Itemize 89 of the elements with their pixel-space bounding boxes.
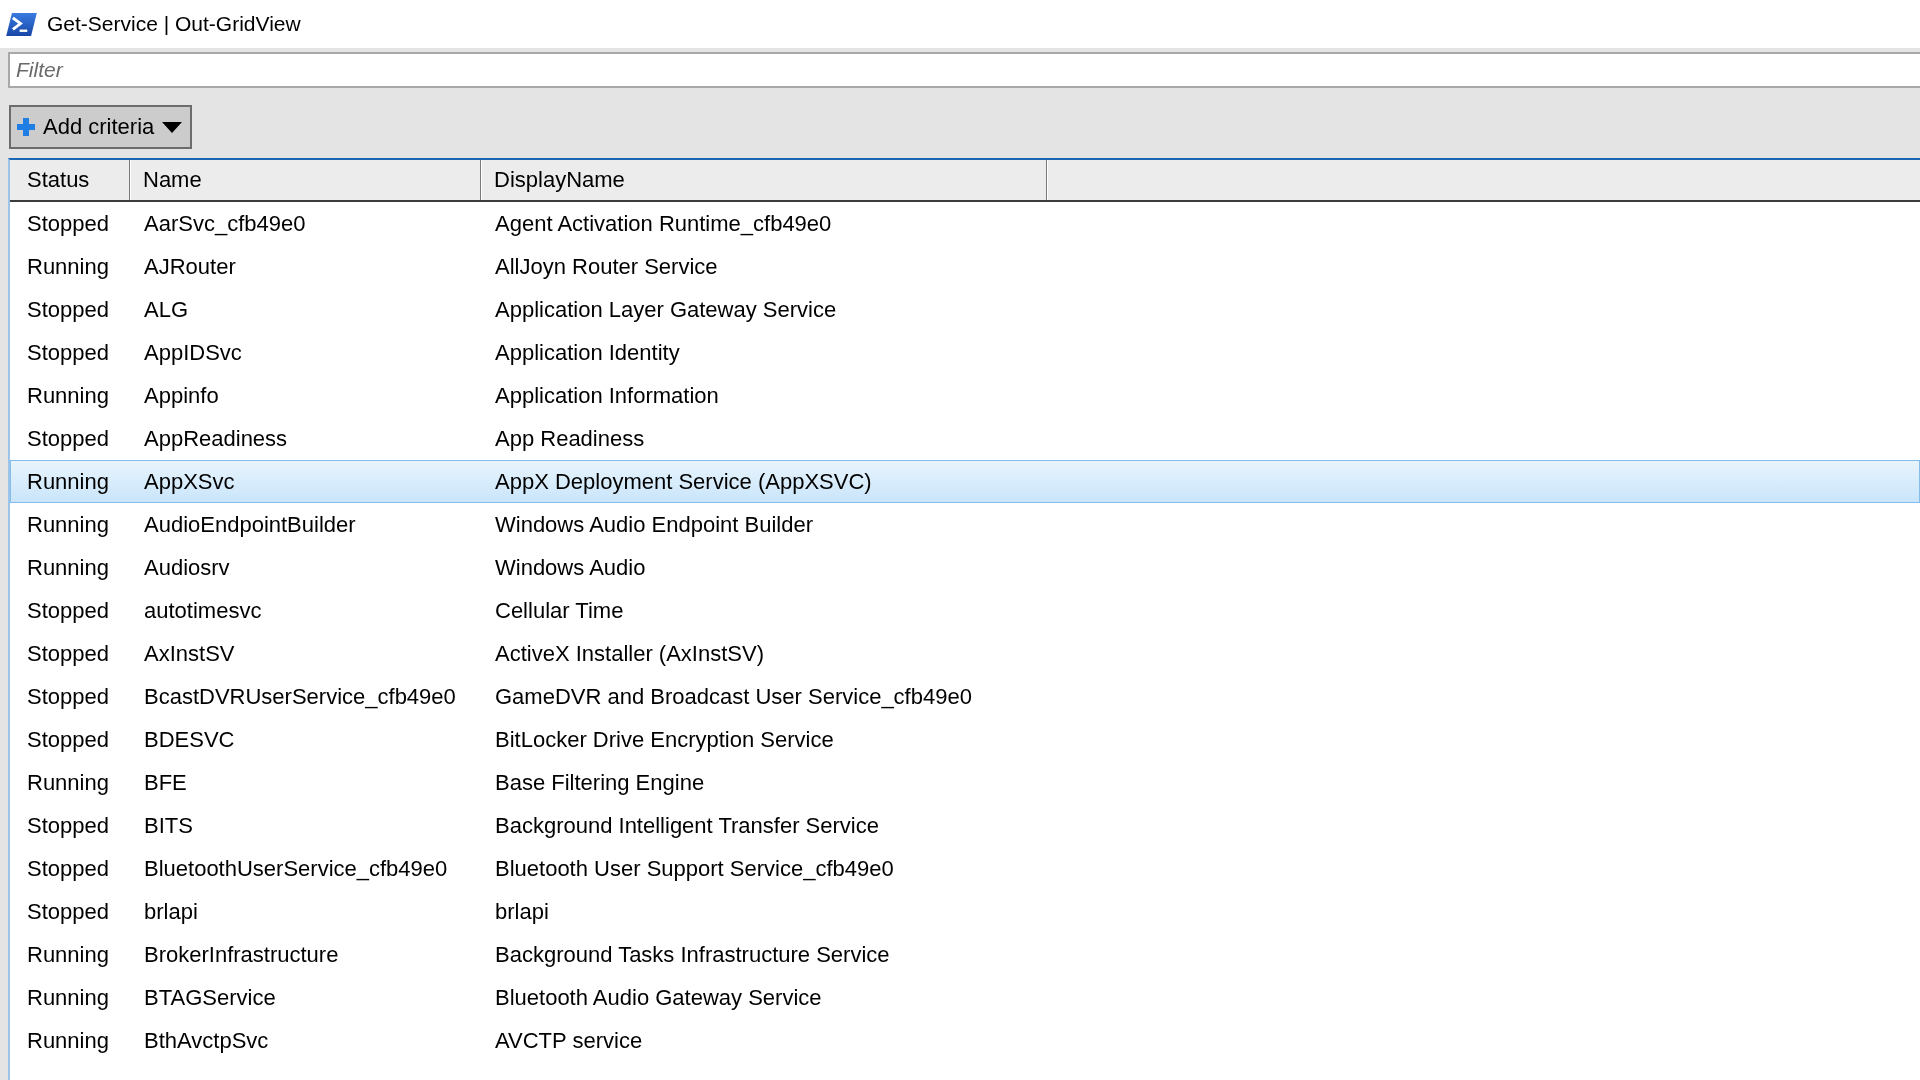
- table-cell-text: Stopped: [26, 855, 109, 882]
- table-cell-text: AxInstSV: [143, 640, 235, 667]
- table-cell-text: Running: [26, 1027, 109, 1054]
- plus-icon: [17, 118, 35, 136]
- table-cell-text: Stopped: [26, 597, 109, 624]
- table-row[interactable]: Stopped AppReadiness App Readiness: [10, 417, 1920, 460]
- table-cell-text: brlapi: [494, 898, 549, 925]
- table-row[interactable]: Running AJRouter AllJoyn Router Service: [10, 245, 1920, 288]
- table-cell-text: Base Filtering Engine: [494, 769, 705, 796]
- table-cell-text: Application Information: [494, 382, 719, 409]
- table-cell-text: brlapi: [143, 898, 198, 925]
- table-row[interactable]: Stopped BDESVC BitLocker Drive Encryption Service: [10, 718, 1920, 761]
- table-row[interactable]: Stopped ALG Application Layer Gateway Service: [10, 288, 1920, 331]
- table-cell-text: Stopped: [26, 898, 109, 925]
- table-row[interactable]: Stopped AxInstSV ActiveX Installer (AxInstSV): [10, 632, 1920, 675]
- column-header[interactable]: DisplayName: [481, 160, 1047, 200]
- table-cell-text: BluetoothUserService_cfb49e0: [143, 855, 448, 882]
- table-row[interactable]: Running BrokerInfrastructure Background Tasks Infrastructure Service: [10, 933, 1920, 976]
- table-cell-text: ActiveX Installer (AxInstSV): [494, 640, 764, 667]
- table-cell-text: Background Tasks Infrastructure Service: [494, 941, 890, 968]
- table-cell-text: Audiosrv: [143, 554, 230, 581]
- table-cell-text: Appinfo: [143, 382, 219, 409]
- table-cell-text: AJRouter: [143, 253, 236, 280]
- table-row[interactable]: Running AudioEndpointBuilder Windows Audio Endpoint Builder: [10, 503, 1920, 546]
- table-cell-text: AllJoyn Router Service: [494, 253, 718, 280]
- table-cell-text: Running: [26, 382, 109, 409]
- table-cell-text: ALG: [143, 296, 189, 323]
- table-cell-text: AppX Deployment Service (AppXSVC): [494, 468, 872, 495]
- window-title: Get-Service | Out-GridView: [47, 12, 301, 36]
- table-cell-text: BitLocker Drive Encryption Service: [494, 726, 834, 753]
- table-cell-text: Running: [26, 253, 109, 280]
- table-row[interactable]: Stopped BluetoothUserService_cfb49e0 Bluetooth User Support Service_cfb49e0: [10, 847, 1920, 890]
- table-row[interactable]: Running Appinfo Application Information: [10, 374, 1920, 417]
- table-cell-text: Stopped: [26, 425, 109, 452]
- table-row[interactable]: Stopped AarSvc_cfb49e0 Agent Activation Runtime_cfb49e0: [10, 202, 1920, 245]
- table-row[interactable]: Stopped brlapi brlapi: [10, 890, 1920, 933]
- table-cell-text: Stopped: [26, 726, 109, 753]
- column-header[interactable]: Name: [130, 160, 481, 200]
- table-row[interactable]: Running BTAGService Bluetooth Audio Gateway Service: [10, 976, 1920, 1019]
- column-header[interactable]: Status: [10, 160, 130, 200]
- caret-icon: [162, 121, 183, 133]
- table-cell-text: App Readiness: [494, 425, 645, 452]
- table-cell-text: Stopped: [26, 640, 109, 667]
- table-cell-text: AppXSvc: [143, 468, 235, 495]
- table-cell-text: Agent Activation Runtime_cfb49e0: [494, 210, 832, 237]
- table-cell-text: Running: [26, 511, 109, 538]
- table-cell-text: AudioEndpointBuilder: [143, 511, 356, 538]
- table-cell-text: Running: [26, 941, 109, 968]
- table-cell-text: BTAGService: [143, 984, 276, 1011]
- table-cell-text: Bluetooth User Support Service_cfb49e0: [494, 855, 894, 882]
- table-cell-text: BcastDVRUserService_cfb49e0: [143, 683, 456, 710]
- table-cell-text: AVCTP service: [494, 1027, 643, 1054]
- table-cell-text: Stopped: [26, 296, 109, 323]
- table-cell-text: GameDVR and Broadcast User Service_cfb49e0: [494, 683, 972, 710]
- table-cell-text: AppReadiness: [143, 425, 288, 452]
- add-criteria-button[interactable]: Add criteria: [9, 105, 193, 149]
- table-row[interactable]: Stopped autotimesvc Cellular Time: [10, 589, 1920, 632]
- table-cell-text: Application Layer Gateway Service: [494, 296, 837, 323]
- table-cell-text: BrokerInfrastructure: [143, 941, 339, 968]
- table-row[interactable]: Running BFE Base Filtering Engine: [10, 761, 1920, 804]
- table-cell-text: Application Identity: [494, 339, 680, 366]
- table-cell-text: Running: [26, 769, 109, 796]
- table-row[interactable]: Running AppXSvc AppX Deployment Service (AppXSVC): [10, 460, 1920, 503]
- table-cell-text: BDESVC: [143, 726, 235, 753]
- table-row[interactable]: Running Audiosrv Windows Audio: [10, 546, 1920, 589]
- table-cell-text: Windows Audio: [494, 554, 646, 581]
- table-cell-text: Stopped: [26, 210, 109, 237]
- table-cell-text: Running: [26, 554, 109, 581]
- table-cell-text: autotimesvc: [143, 597, 262, 624]
- table-cell-text: AarSvc_cfb49e0: [143, 210, 306, 237]
- table-row[interactable]: Stopped BITS Background Intelligent Transfer Service: [10, 804, 1920, 847]
- table-cell-text: Stopped: [26, 683, 109, 710]
- table-cell-text: Windows Audio Endpoint Builder: [494, 511, 813, 538]
- table-cell-text: BFE: [143, 769, 187, 796]
- table-cell-text: Background Intelligent Transfer Service: [494, 812, 879, 839]
- table-cell-text: BthAvctpSvc: [143, 1027, 269, 1054]
- table-cell-text: Running: [26, 984, 109, 1011]
- table-cell-text: BITS: [143, 812, 193, 839]
- filter-field[interactable]: Filter: [8, 52, 1920, 88]
- table-cell-text: Cellular Time: [494, 597, 624, 624]
- table-row[interactable]: Running BthAvctpSvc AVCTP service: [10, 1019, 1920, 1062]
- table-cell-text: Running: [26, 468, 109, 495]
- table-cell-text: AppIDSvc: [143, 339, 242, 366]
- table-cell-text: Bluetooth Audio Gateway Service: [494, 984, 822, 1011]
- terminal-icon: [6, 12, 37, 36]
- table-cell-text: Stopped: [26, 339, 109, 366]
- table-cell-text: Stopped: [26, 812, 109, 839]
- table-row[interactable]: Stopped BcastDVRUserService_cfb49e0 GameDVR and Broadcast User Service_cfb49e0: [10, 675, 1920, 718]
- table-row[interactable]: Stopped AppIDSvc Application Identity: [10, 331, 1920, 374]
